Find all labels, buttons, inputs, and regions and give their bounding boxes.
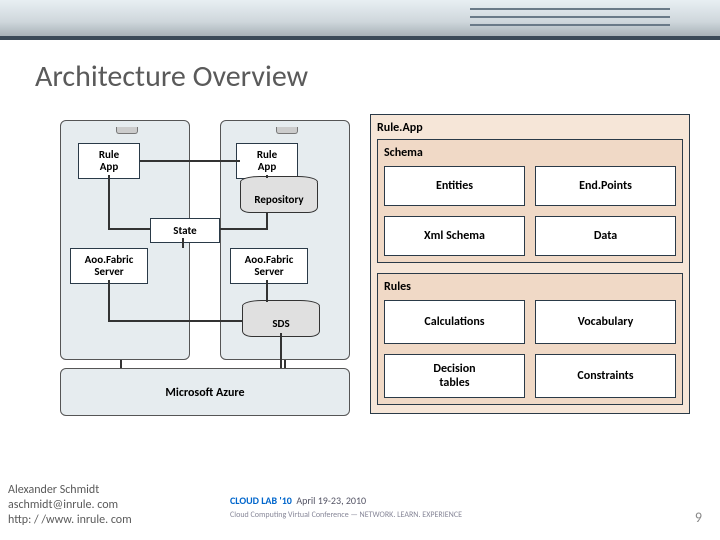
slide-number: 9 xyxy=(695,509,702,526)
schema-subpanel: Schema Entities End.Points Xml Schema Da… xyxy=(377,139,683,263)
presenter-name: Alexander Schmidt xyxy=(8,483,132,498)
azure-platform-box: Microsoft Azure xyxy=(60,368,350,416)
state-node: State xyxy=(150,218,220,243)
sds-cylinder: SDS xyxy=(242,300,320,337)
connector xyxy=(266,213,268,230)
rules-subpanel: Rules Calculations Vocabulary Decision t… xyxy=(377,273,683,405)
rules-cell-vocabulary: Vocabulary xyxy=(535,300,676,344)
presenter-info: Alexander Schmidt aschmidt@inrule. com h… xyxy=(8,483,132,528)
conference-logo: CLOUD LAB '10 April 19-23, 2010 Cloud Co… xyxy=(230,494,462,520)
ruleapp-panel: Rule.App Schema Entities End.Points Xml … xyxy=(370,114,690,414)
connector xyxy=(108,320,243,322)
schema-cell-data: Data xyxy=(535,216,676,256)
ruleapp-panel-title: Rule.App xyxy=(377,121,683,135)
conference-dates: April 19-23, 2010 xyxy=(296,494,366,507)
conference-tagline: Cloud Computing Virtual Conference — NET… xyxy=(230,510,462,520)
slide-title: Architecture Overview xyxy=(35,58,308,95)
repository-label: Repository xyxy=(240,183,318,213)
rules-title: Rules xyxy=(384,280,676,294)
decorative-lines xyxy=(470,8,670,32)
fabric-server-node-1: Aoo.Fabric Server xyxy=(70,248,148,284)
connector xyxy=(140,160,240,162)
rules-cell-decision: Decision tables xyxy=(384,354,525,398)
schema-cell-endpoints: End.Points xyxy=(535,166,676,206)
connector xyxy=(266,175,268,178)
rules-cell-calculations: Calculations xyxy=(384,300,525,344)
rule-app-node-1: Rule App xyxy=(78,143,140,179)
fabric-server-node-2: Aoo.Fabric Server xyxy=(230,248,308,284)
connector xyxy=(220,228,266,230)
schema-cell-xmlschema: Xml Schema xyxy=(384,216,525,256)
repository-cylinder: Repository xyxy=(240,176,318,213)
rule-app-node-2: Rule App xyxy=(236,143,298,179)
rules-cell-constraints: Constraints xyxy=(535,354,676,398)
connector xyxy=(284,360,286,368)
conference-brand: CLOUD LAB '10 xyxy=(230,494,292,507)
connector xyxy=(108,280,110,322)
ruleapp-structure-panel: Rule.App Schema Entities End.Points Xml … xyxy=(370,114,690,414)
connector xyxy=(266,280,268,302)
presenter-email: aschmidt@inrule. com xyxy=(8,498,132,513)
slide-top-bar xyxy=(0,0,720,40)
connector xyxy=(108,175,110,228)
connector xyxy=(120,360,122,368)
schema-title: Schema xyxy=(384,146,676,160)
presenter-url: http: / /www. inrule. com xyxy=(8,513,132,528)
connector xyxy=(108,228,150,230)
schema-cell-entities: Entities xyxy=(384,166,525,206)
connector xyxy=(280,333,282,368)
connector xyxy=(182,238,184,248)
